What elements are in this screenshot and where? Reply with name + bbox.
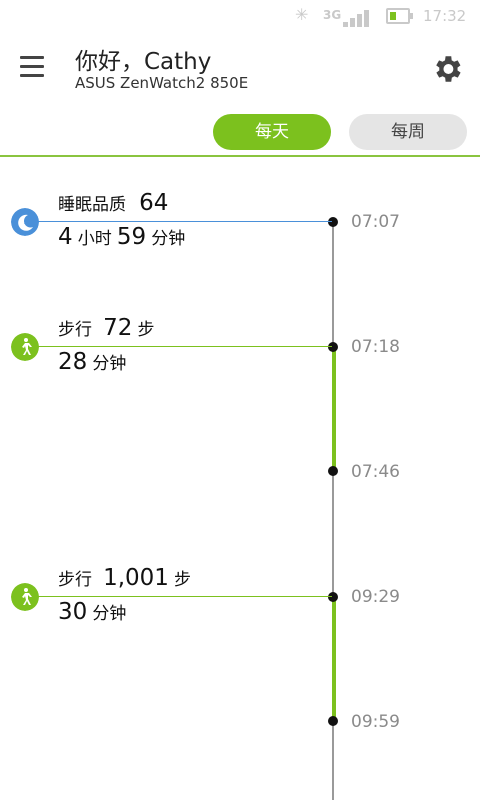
event-label: 睡眠品质 [58,195,126,215]
device-name: ASUS ZenWatch2 850E [75,74,249,92]
event-value: 72 [103,315,133,341]
walk-event[interactable]: 步行 1,001 步 30 分钟 [58,565,191,625]
signal-icon [343,9,377,27]
walking-icon [11,333,39,361]
minutes-unit: 分钟 [92,604,127,624]
event-label: 步行 [58,570,92,590]
duration-minutes: 59 [116,224,147,250]
svg-text:z: z [24,218,28,226]
moon-icon: z [11,208,39,236]
timeline-dot [328,217,338,227]
bluetooth-icon: ✳ [295,5,309,24]
duration-minutes: 28 [58,349,88,375]
range-tabs: 每天 每周 [0,112,480,156]
event-value: 64 [139,190,169,216]
tab-weekly[interactable]: 每周 [349,114,467,150]
time-label: 07:46 [351,462,400,482]
status-bar: ✳ 3G 17:32 [0,0,480,32]
battery-icon [386,8,413,24]
time-label: 07:07 [351,212,400,232]
timeline-dot [328,716,338,726]
hours-unit: 小时 [77,229,112,249]
menu-icon[interactable] [20,56,44,78]
timeline-dot [328,592,338,602]
header-divider [0,155,480,157]
steps-unit: 步 [174,570,192,590]
time-label: 07:18 [351,337,400,357]
walking-icon [11,583,39,611]
walk-duration-bar [332,597,336,721]
sleep-event[interactable]: 睡眠品质 64 4 小时 59 分钟 [58,190,185,250]
event-value: 1,001 [103,565,169,591]
gear-icon[interactable] [430,52,464,86]
timeline-dot [328,342,338,352]
walk-duration-bar [332,347,336,471]
greeting-title: 你好，Cathy [75,49,212,75]
minutes-unit: 分钟 [151,229,186,249]
time-label: 09:29 [351,587,400,607]
network-type: 3G [323,8,342,22]
event-label: 步行 [58,320,92,340]
time-label: 09:59 [351,712,400,732]
duration-hours: 4 [58,224,73,250]
duration-minutes: 30 [58,599,88,625]
walk-event[interactable]: 步行 72 步 28 分钟 [58,315,154,375]
app-header: 你好，Cathy ASUS ZenWatch2 850E [0,32,480,124]
minutes-unit: 分钟 [92,354,127,374]
timeline-dot [328,466,338,476]
tab-daily[interactable]: 每天 [213,114,331,150]
status-clock: 17:32 [423,7,467,25]
steps-unit: 步 [137,320,155,340]
